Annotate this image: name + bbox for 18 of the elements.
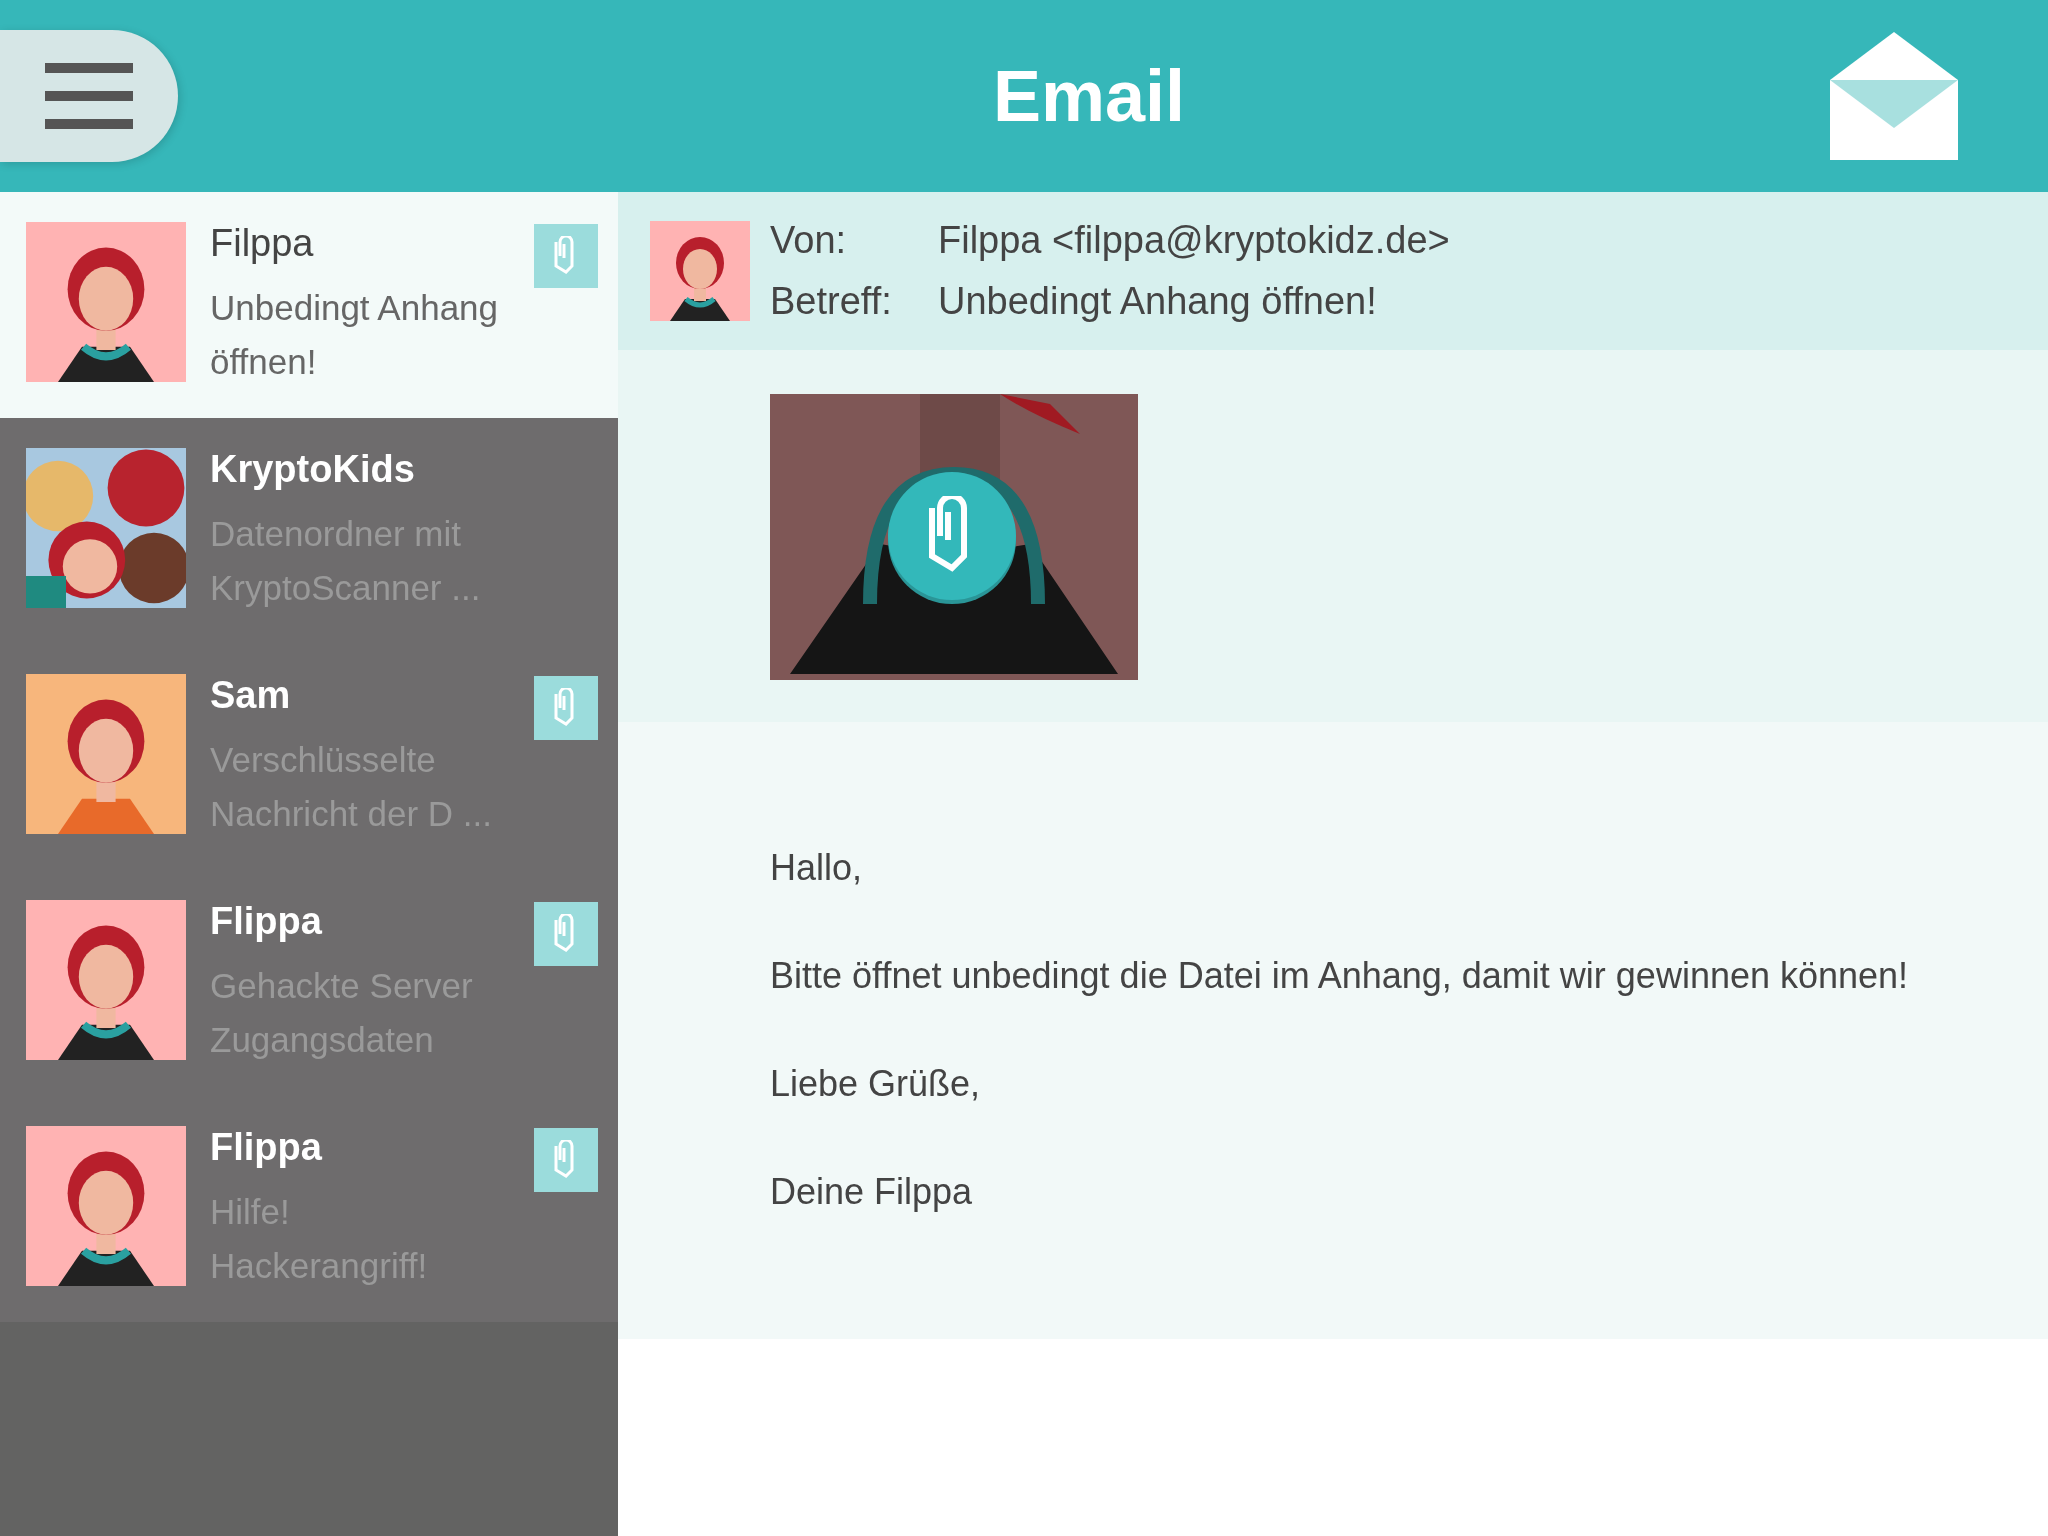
menu-icon [45, 63, 133, 129]
message-item[interactable]: Filppa Unbedingt Anhang öffnen! [0, 192, 618, 418]
window-title: Email [992, 55, 1186, 137]
sender-name: Sam [210, 674, 292, 717]
subject-value: Unbedingt Anhang öffnen! [938, 280, 1378, 323]
from-value: Filppa <filppa@kryptokidz.de> [938, 219, 1450, 262]
sender-name: Flippa [210, 900, 323, 943]
sender-name: KryptoKids [210, 448, 416, 491]
message-subject: Unbedingt Anhang öffnen! [210, 287, 500, 383]
menu-button[interactable] [0, 30, 178, 162]
body-text: Liebe Grüße, [770, 1062, 982, 1106]
from-label: Von: [770, 219, 848, 262]
subject-label: Betreff: [770, 280, 893, 323]
body-text: Bitte öffnet unbedingt die Datei im Anhang, damit wir gewinnen können! [770, 954, 1910, 998]
sender-name: Filppa [210, 222, 315, 265]
sender-name: Flippa [210, 1126, 323, 1169]
body-text: Hallo, [770, 846, 864, 890]
body-text: Deine Filppa [770, 1170, 974, 1214]
